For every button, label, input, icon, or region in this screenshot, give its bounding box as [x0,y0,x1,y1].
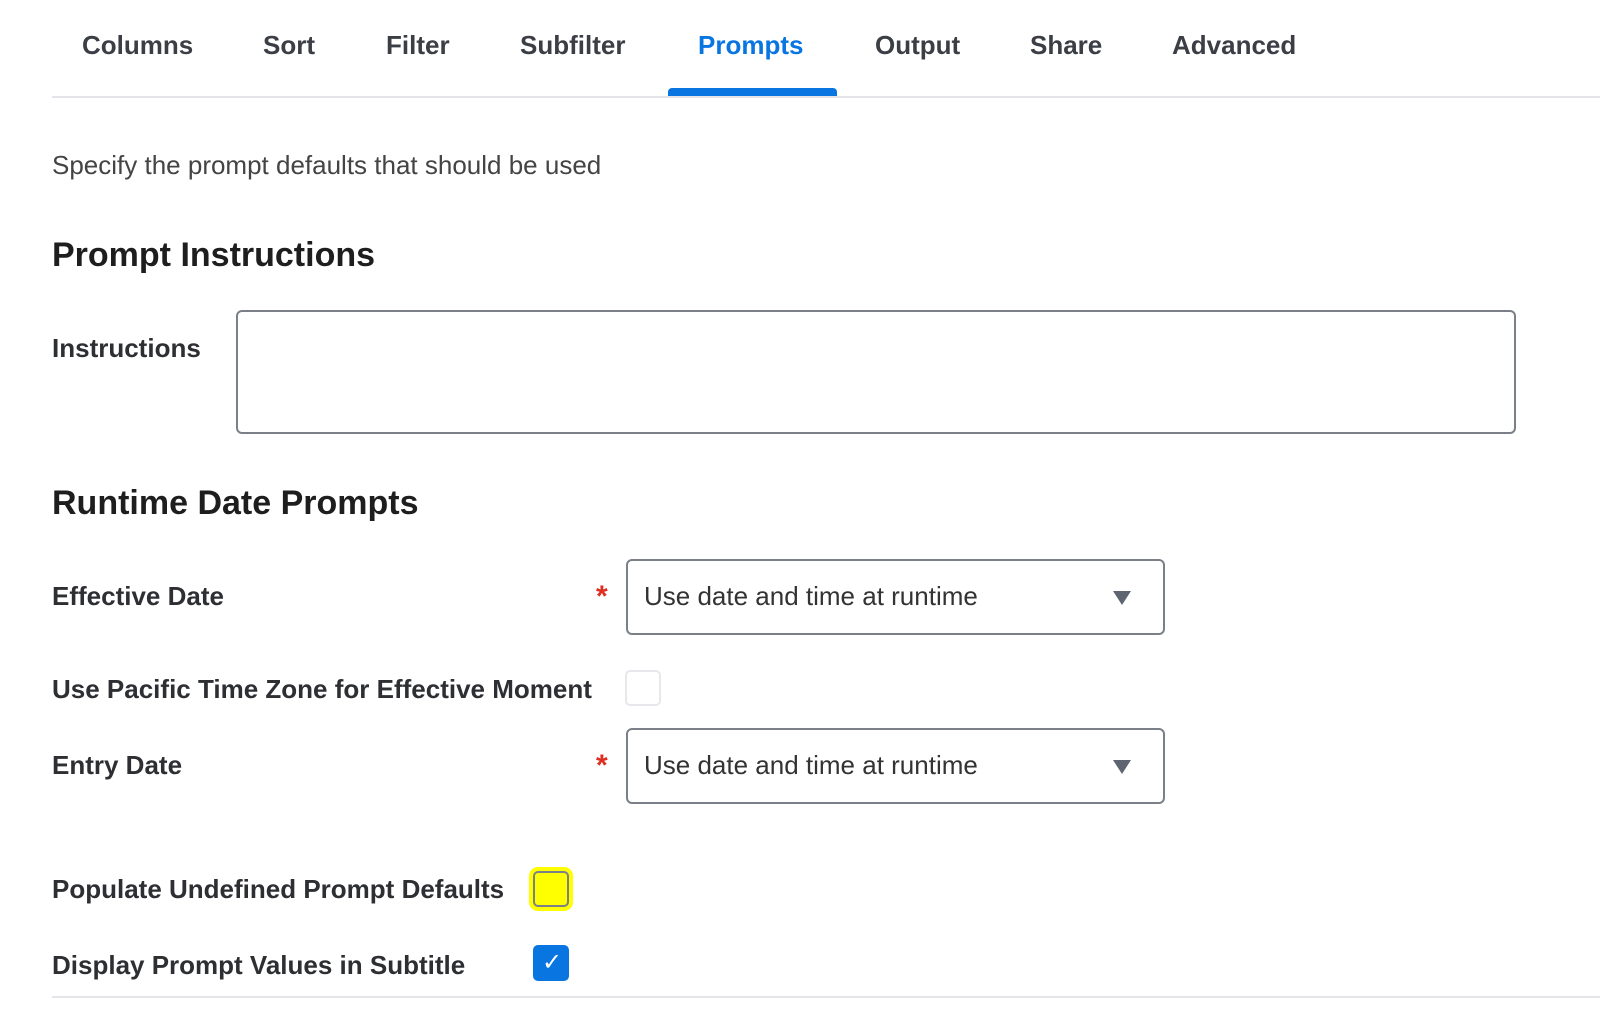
display-prompt-values-checkbox[interactable]: ✓ [533,945,569,981]
report-definition-prompts-page: Columns Sort Filter Subfilter Prompts Ou… [0,0,1600,1016]
tab-prompts[interactable]: Prompts [698,30,803,61]
active-tab-indicator [668,88,837,96]
tab-columns[interactable]: Columns [82,30,193,61]
runtime-date-prompts-heading: Runtime Date Prompts [52,484,419,522]
check-icon: ✓ [542,949,563,976]
populate-undefined-defaults-label: Populate Undefined Prompt Defaults [52,874,505,904]
intro-text: Specify the prompt defaults that should … [52,150,602,180]
tab-share[interactable]: Share [1030,30,1102,61]
tab-subfilter[interactable]: Subfilter [520,30,625,61]
chevron-down-icon [1113,591,1131,605]
populate-undefined-defaults-checkbox[interactable] [533,871,569,907]
tab-filter[interactable]: Filter [386,30,450,61]
effective-date-label: Effective Date [52,581,224,611]
entry-date-required-marker: * [596,749,608,782]
entry-date-select[interactable]: Use date and time at runtime [626,728,1165,804]
entry-date-label: Entry Date [52,750,183,780]
tab-advanced[interactable]: Advanced [1172,30,1296,61]
pacific-time-zone-checkbox[interactable] [625,670,661,706]
tab-output[interactable]: Output [875,30,960,61]
effective-date-selected-value: Use date and time at runtime [644,581,978,611]
tab-bar: Columns Sort Filter Subfilter Prompts Ou… [52,0,1600,98]
tab-sort[interactable]: Sort [263,30,315,61]
effective-date-select[interactable]: Use date and time at runtime [626,559,1165,635]
bottom-divider [52,996,1600,998]
display-prompt-values-label: Display Prompt Values in Subtitle [52,950,466,980]
entry-date-selected-value: Use date and time at runtime [644,750,978,780]
effective-date-required-marker: * [596,580,608,613]
instructions-label: Instructions [52,333,201,363]
chevron-down-icon [1113,760,1131,774]
prompt-instructions-heading: Prompt Instructions [52,236,376,274]
pacific-time-zone-label: Use Pacific Time Zone for Effective Mome… [52,674,592,704]
instructions-textarea[interactable] [236,310,1516,434]
